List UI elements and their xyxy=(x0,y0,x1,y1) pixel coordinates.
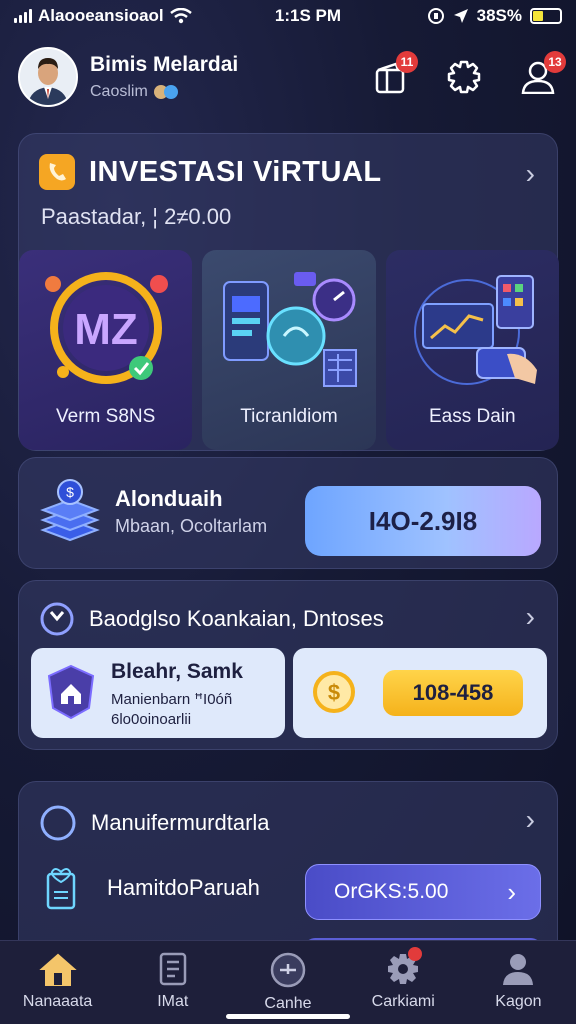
tile-game[interactable]: MZ Verm S8NS xyxy=(19,250,193,450)
tile-easy-earn[interactable]: Eass Dain xyxy=(385,250,559,450)
avatar[interactable] xyxy=(18,47,78,107)
circle-icon xyxy=(40,805,76,841)
user-icon xyxy=(503,954,534,985)
carrier-name: Alaooeansioaol xyxy=(38,6,164,25)
investasi-title: INVESTASI ViRTUAL xyxy=(89,155,382,188)
status-bar: Alaooeansioaol 1:1S PM 38S% xyxy=(0,0,576,32)
tab-label: Nanaaata xyxy=(22,993,93,1010)
shield-house-icon xyxy=(47,664,95,720)
status-right: 38S% xyxy=(382,6,562,26)
document-icon xyxy=(159,952,187,986)
clock-icon xyxy=(40,602,74,636)
tab-label: Carkiami xyxy=(371,993,435,1010)
bottom-tab-bar: Nanaaata IMat Canhe Carkiami Kagon xyxy=(0,940,576,1024)
tab-mat[interactable]: IMat xyxy=(115,941,230,1024)
wallet-badge: 11 xyxy=(396,51,418,73)
bonus-value-button[interactable]: 108-458 xyxy=(383,670,523,716)
signal-icon xyxy=(14,9,32,23)
profile-header: Bimis Melardai Caoslim 11 13 xyxy=(18,44,566,110)
notification-dot xyxy=(407,947,422,961)
bonus-right-panel[interactable]: $ 108-458 xyxy=(293,648,547,738)
manage-row-button-label: OrGKS:5.00 xyxy=(334,880,449,903)
wallet-button[interactable]: 11 xyxy=(370,51,418,97)
balance-title: Alonduaih xyxy=(115,486,223,511)
tab-carkiami[interactable]: Carkiami xyxy=(346,941,461,1024)
status-dot-blue-icon xyxy=(163,85,178,99)
phone-wallet-icon xyxy=(39,154,75,190)
wifi-icon xyxy=(169,8,192,24)
home-indicator[interactable] xyxy=(226,1014,350,1019)
chevron-right-icon[interactable]: › xyxy=(526,158,535,190)
balance-subtitle: Mbaan, Ocoltarlam xyxy=(115,516,268,536)
balance-value-button[interactable]: I4O-2.9I8 xyxy=(305,486,541,556)
bonus-card[interactable]: Baodglso Koankaian, Dntoses › Bleahr, Sa… xyxy=(18,580,558,750)
bonus-left-subtitle: Manienbarn ꟸI0óñ 6lo0oinoarlii xyxy=(111,691,233,728)
manage-row[interactable]: HamitdoParuah xyxy=(45,866,260,910)
clipboard-heart-icon xyxy=(46,868,76,910)
investasi-card[interactable]: INVESTASI ViRTUAL › Paastadar, ¦ 2≠0.00 … xyxy=(18,133,559,451)
tab-canhe[interactable]: Canhe xyxy=(230,941,345,1024)
dollar-coin-icon: $ xyxy=(313,671,355,713)
orientation-lock-icon xyxy=(427,8,444,24)
manage-row-button[interactable]: OrGKS:5.00 › xyxy=(305,864,541,920)
chevron-right-icon: › xyxy=(507,876,516,907)
bonus-left-panel[interactable]: Bleahr, Samk Manienbarn ꟸI0óñ 6lo0oinoar… xyxy=(31,648,285,738)
person-portrait-icon xyxy=(20,49,76,105)
home-icon xyxy=(38,953,77,986)
trading-laptop-icon xyxy=(414,275,538,385)
user-subtitle-row: Caoslim xyxy=(90,83,370,101)
battery-percent: 38S% xyxy=(476,6,522,25)
profile-button[interactable]: 13 xyxy=(518,51,566,97)
compass-icon xyxy=(270,952,306,988)
location-icon xyxy=(453,9,468,23)
tab-label: Kagon xyxy=(495,993,542,1010)
status-time: 1:1S PM xyxy=(274,6,342,25)
balance-card[interactable]: $ Alonduaih Mbaan, Ocoltarlam I4O-2.9I8 xyxy=(18,457,558,569)
tile-transaction[interactable]: Ticranldiom xyxy=(202,250,376,450)
user-name: Bimis Melardai xyxy=(90,53,239,76)
tile-label: Verm S8NS xyxy=(56,406,156,427)
chevron-right-icon[interactable]: › xyxy=(526,804,535,836)
svg-text:$: $ xyxy=(66,484,74,500)
user-subtitle: Caoslim xyxy=(90,83,148,100)
manage-card[interactable]: Manuifermurdtarla › HamitdoParuah OrGKS:… xyxy=(18,781,558,961)
investasi-subtitle: Paastadar, ¦ 2≠0.00 xyxy=(41,204,232,229)
coin-stack-icon: $ xyxy=(40,479,100,542)
status-left: Alaooeansioaol xyxy=(14,6,234,26)
tile-label: Ticranldiom xyxy=(240,406,338,427)
tab-home[interactable]: Nanaaata xyxy=(0,941,115,1024)
tab-kagon[interactable]: Kagon xyxy=(461,941,576,1024)
tile-art-text: MZ xyxy=(74,305,138,354)
manage-row-label: HamitdoParuah xyxy=(107,875,260,900)
gear-icon xyxy=(447,60,481,94)
settings-button[interactable] xyxy=(444,57,484,97)
profile-badge: 13 xyxy=(544,51,566,73)
tab-label: Canhe xyxy=(264,995,312,1012)
mz-coin-icon: MZ xyxy=(44,272,168,384)
manage-title: Manuifermurdtarla xyxy=(91,810,270,835)
svg-text:$: $ xyxy=(328,680,340,705)
devices-analytics-icon xyxy=(222,272,357,387)
chevron-right-icon[interactable]: › xyxy=(526,601,535,633)
bonus-left-title: Bleahr, Samk xyxy=(111,660,243,683)
battery-icon xyxy=(530,8,562,24)
bonus-title: Baodglso Koankaian, Dntoses xyxy=(89,606,384,631)
tile-label: Eass Dain xyxy=(429,406,516,427)
tab-label: IMat xyxy=(157,993,189,1010)
